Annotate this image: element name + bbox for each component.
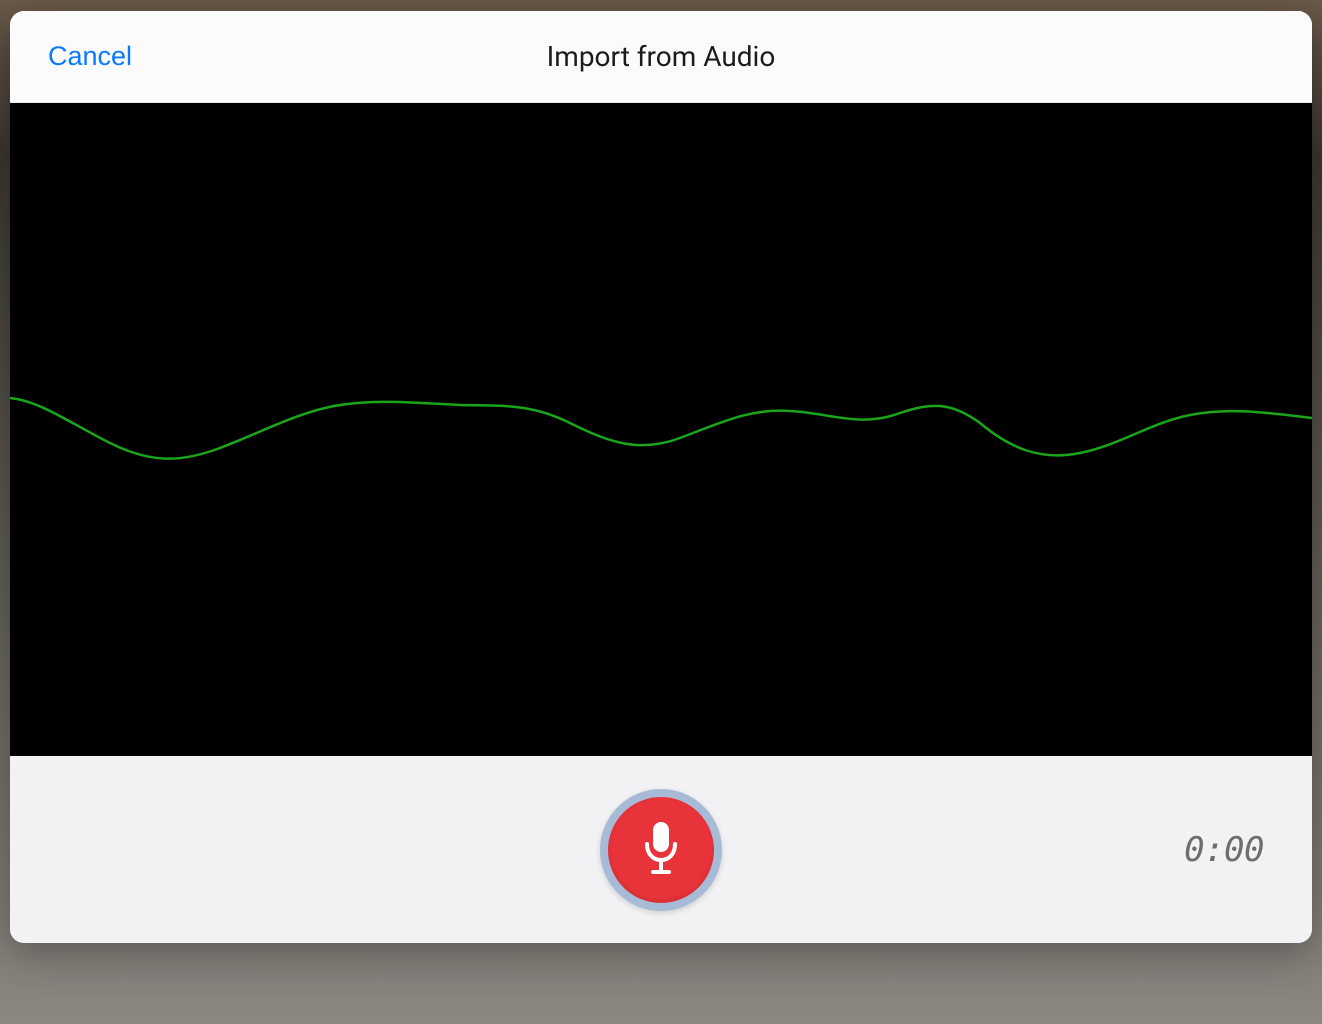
modal-title: Import from Audio (547, 40, 776, 73)
cancel-button[interactable]: Cancel (48, 41, 132, 72)
waveform-display (10, 103, 1312, 756)
waveform-svg (10, 103, 1312, 756)
modal-header: Cancel Import from Audio (10, 11, 1312, 103)
recorder-controls: 0:00 (10, 756, 1312, 943)
record-button[interactable] (600, 789, 722, 911)
microphone-icon (639, 820, 683, 879)
import-audio-modal: Cancel Import from Audio 0:00 (10, 11, 1312, 943)
recording-timer: 0:00 (1184, 830, 1264, 870)
waveform-path (10, 398, 1312, 459)
